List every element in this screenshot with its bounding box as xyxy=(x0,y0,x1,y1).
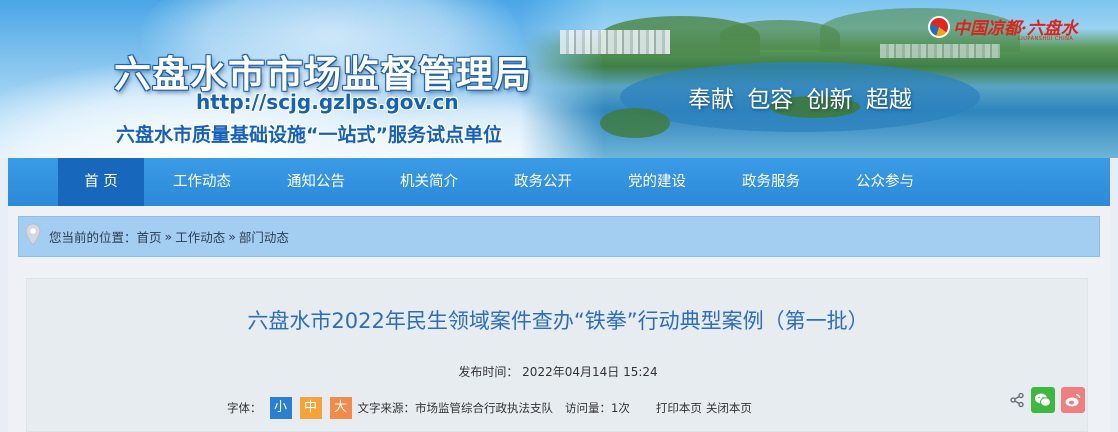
nav-item-home[interactable]: 首 页 xyxy=(58,158,144,206)
brand-logo: 中国凉都·六盘水 LIUPANSHUI CHINA xyxy=(928,14,1078,42)
breadcrumb-separator: » xyxy=(164,229,173,244)
nav-item-about[interactable]: 机关简介 xyxy=(372,158,486,206)
article-visits: 访问量：1次 xyxy=(565,401,630,415)
banner-island xyxy=(600,108,670,138)
font-size-small-button[interactable]: 小 xyxy=(269,397,292,419)
font-size-label: 字体： xyxy=(227,401,262,415)
breadcrumb: 您当前的位置： 首页 » 工作动态 » 部门动态 xyxy=(18,216,1100,257)
nav-item-gov-affairs[interactable]: 政务公开 xyxy=(486,158,600,206)
breadcrumb-wrapper: 您当前的位置： 首页 » 工作动态 » 部门动态 xyxy=(8,206,1110,268)
article-publish-info: 发布时间： 2022年04月14日 15:24 xyxy=(27,363,1089,380)
font-size-medium-button[interactable]: 中 xyxy=(299,397,322,419)
breadcrumb-prefix: 您当前的位置： xyxy=(49,230,137,245)
breadcrumb-item-dept-news[interactable]: 部门动态 xyxy=(239,227,289,246)
wechat-icon[interactable] xyxy=(1031,387,1055,413)
article-panel: 六盘水市2022年民生领域案件查办“铁拳”行动典型案例（第一批） 发布时间： 2… xyxy=(26,278,1088,432)
site-banner: 六盘水市市场监督管理局 http://scjg.gzlps.gov.cn 六盘水… xyxy=(0,0,1118,158)
share-icon[interactable] xyxy=(1007,387,1027,413)
close-page-link[interactable]: 关闭本页 xyxy=(706,400,752,416)
article-wrapper: 六盘水市2022年民生领域案件查办“铁拳”行动典型案例（第一批） 发布时间： 2… xyxy=(8,268,1110,432)
site-subtitle: 六盘水市质量基础设施“一站式”服务试点单位 xyxy=(116,124,502,146)
banner-city xyxy=(560,30,670,54)
nav-item-public-participation[interactable]: 公众参与 xyxy=(828,158,942,206)
nav-item-notices[interactable]: 通知公告 xyxy=(260,158,372,206)
nav-item-work-news[interactable]: 工作动态 xyxy=(144,158,260,206)
article-meta-bar: 字体： 小 中 大 文字来源：市场监管综合行政执法支队 访问量：1次 打印本页 … xyxy=(227,396,752,420)
main-nav: 首 页 工作动态 通知公告 机关简介 政务公开 党的建设 政务服务 公众参与 xyxy=(8,158,1110,206)
weibo-icon[interactable] xyxy=(1061,387,1085,413)
nav-item-party-building[interactable]: 党的建设 xyxy=(600,158,714,206)
print-page-link[interactable]: 打印本页 xyxy=(656,400,702,416)
font-size-large-button[interactable]: 大 xyxy=(329,397,352,419)
publish-time: 2022年04月14日 15:24 xyxy=(522,365,658,379)
nav-item-gov-services[interactable]: 政务服务 xyxy=(714,158,828,206)
publish-label: 发布时间： xyxy=(458,365,519,379)
breadcrumb-item-home[interactable]: 首页 xyxy=(137,227,162,246)
breadcrumb-separator: » xyxy=(228,229,236,244)
brand-logo-icon xyxy=(928,15,950,38)
banner-city xyxy=(880,44,1000,58)
brand-logo-subtext: LIUPANSHUI CHINA xyxy=(1018,36,1074,42)
location-pin-icon xyxy=(25,223,41,250)
site-slogan: 奉献 包容 创新 超越 xyxy=(688,87,912,113)
site-url: http://scjg.gzlps.gov.cn xyxy=(196,90,459,114)
breadcrumb-item-work-news[interactable]: 工作动态 xyxy=(175,227,225,246)
article-source: 文字来源：市场监管综合行政执法支队 xyxy=(357,401,554,415)
article-title: 六盘水市2022年民生领域案件查办“铁拳”行动典型案例（第一批） xyxy=(247,309,869,333)
